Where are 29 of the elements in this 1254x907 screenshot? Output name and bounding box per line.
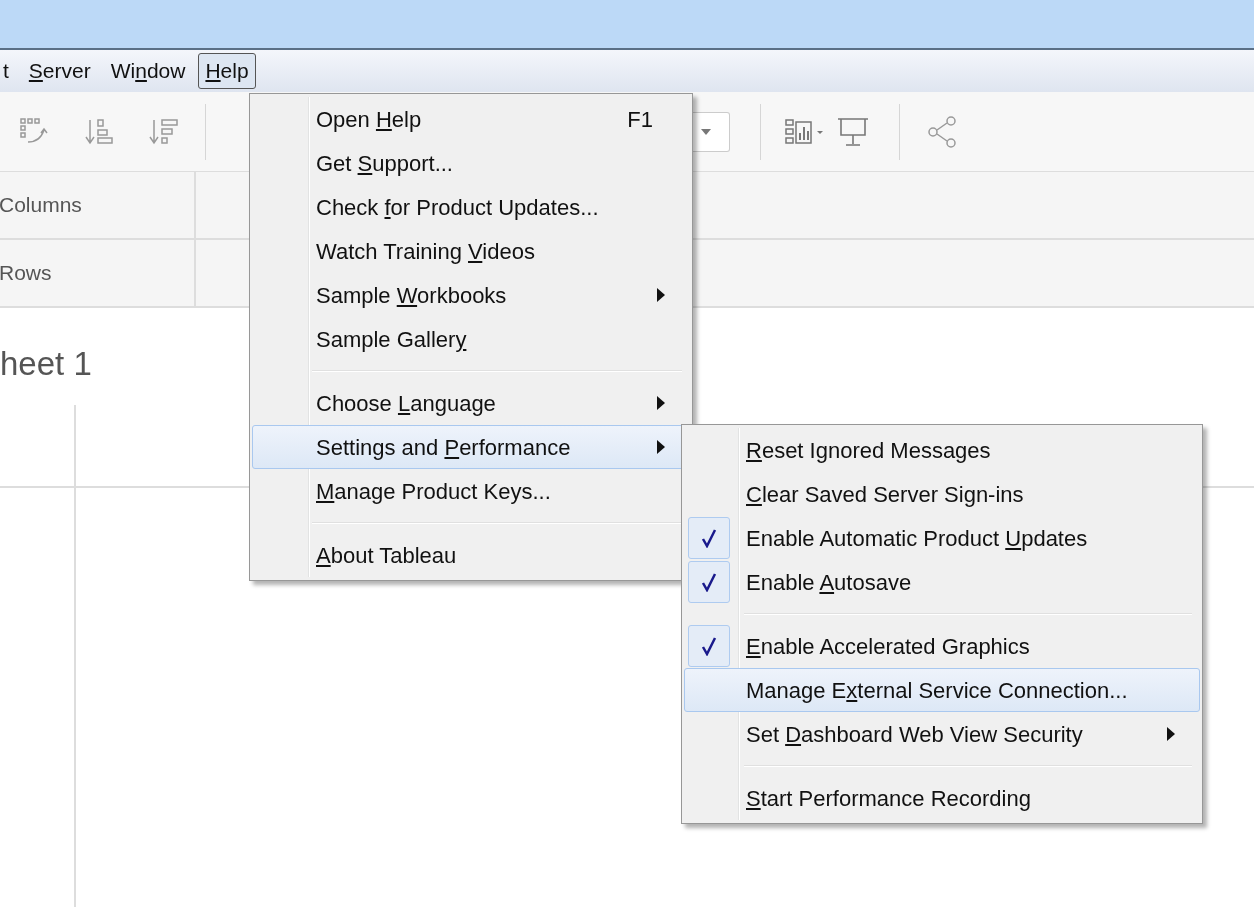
sort-ascending-icon[interactable] bbox=[85, 117, 113, 146]
menu-item[interactable]: Set Dashboard Web View Security bbox=[684, 712, 1200, 756]
presentation-icon[interactable] bbox=[837, 115, 869, 148]
sheet-title: heet 1 bbox=[0, 344, 92, 384]
menu-item[interactable]: Enable Autosave bbox=[684, 560, 1200, 604]
share-icon[interactable] bbox=[928, 115, 958, 148]
menu-item[interactable]: Sample Workbooks bbox=[252, 273, 690, 317]
menu-item[interactable]: Server bbox=[21, 53, 98, 89]
sort-descending-icon[interactable] bbox=[149, 117, 179, 146]
menu-item[interactable]: Clear Saved Server Sign-ins bbox=[684, 472, 1200, 516]
chart-icon[interactable] bbox=[785, 117, 825, 146]
shelf-label: Rows bbox=[0, 240, 196, 306]
menu-item[interactable]: Watch Training Videos bbox=[252, 229, 690, 273]
menu-item[interactable]: Sample Gallery bbox=[252, 317, 690, 361]
menu-item[interactable]: Choose Language bbox=[252, 381, 690, 425]
menu-item[interactable]: Get Support... bbox=[252, 141, 690, 185]
menu-item[interactable]: Help bbox=[198, 53, 256, 89]
menu-item[interactable]: Enable Accelerated Graphics bbox=[684, 624, 1200, 668]
shelf-label: Columns bbox=[0, 172, 196, 238]
menu-item[interactable]: Open Help F1 bbox=[252, 97, 690, 141]
shortcut-label: F1 bbox=[627, 105, 653, 134]
menu-item[interactable]: Enable Automatic Product Updates bbox=[684, 516, 1200, 560]
menu-item[interactable]: Start Performance Recording bbox=[684, 776, 1200, 820]
caret-icon bbox=[700, 128, 711, 135]
menu-item[interactable]: Manage External Service Connection... bbox=[684, 668, 1200, 712]
menu-item[interactable]: Check for Product Updates... bbox=[252, 185, 690, 229]
menu-item[interactable]: Window bbox=[103, 53, 193, 89]
menu-item[interactable]: t bbox=[0, 53, 16, 89]
swap-icon[interactable] bbox=[20, 117, 50, 146]
